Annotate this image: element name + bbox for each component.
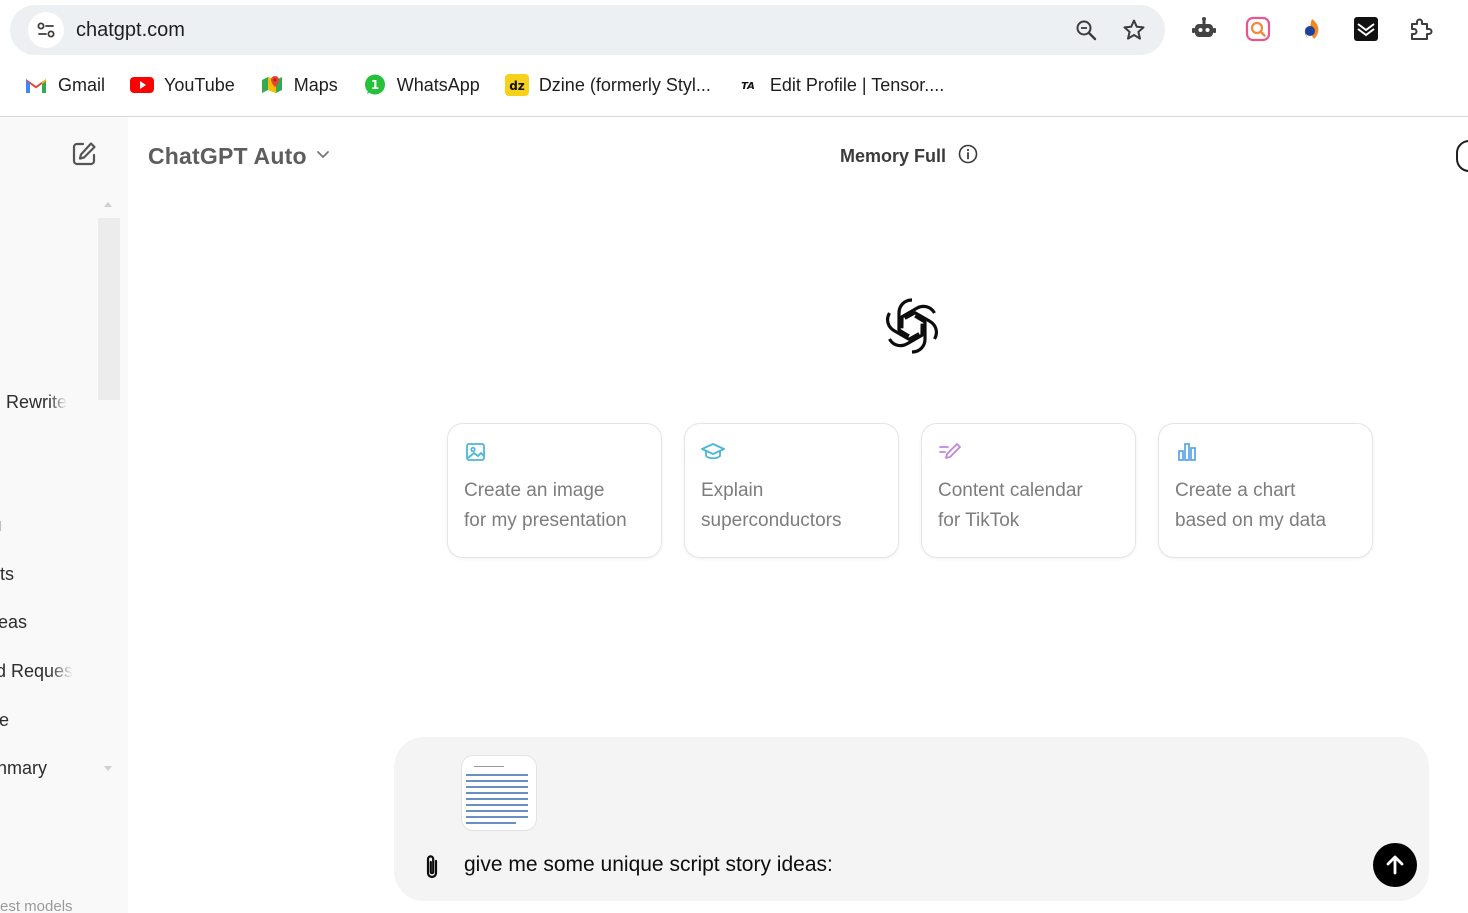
sidebar-chat-item[interactable]: ts: [0, 564, 14, 585]
sidebar-chat-item[interactable]: nmary: [0, 758, 47, 779]
chart-icon: [1175, 440, 1199, 464]
main-panel: ChatGPT Auto Memory Full Create an image…: [128, 118, 1468, 913]
pen-icon: [938, 440, 962, 464]
sidebar: Rewrite ı ts eas d Reques e nmary est mo…: [0, 118, 128, 913]
sidebar-chat-item[interactable]: ı: [0, 515, 2, 536]
model-selector[interactable]: ChatGPT Auto: [148, 138, 331, 174]
bookmark-label: WhatsApp: [396, 74, 480, 95]
chevron-down-icon: [315, 146, 331, 167]
suggestion-text: based on my data: [1175, 510, 1327, 531]
bookmark-youtube[interactable]: YouTube: [130, 68, 235, 102]
prompt-input[interactable]: give me some unique script story ideas:: [464, 853, 833, 877]
sidebar-chat-item[interactable]: d Reques: [0, 661, 73, 682]
suggestion-text: Create a chart: [1175, 480, 1296, 501]
gmail-icon: [24, 73, 48, 97]
suggestion-card-explain[interactable]: Explain superconductors: [684, 423, 899, 558]
tensor-icon: TA: [736, 73, 760, 97]
bookmark-maps[interactable]: Maps: [260, 68, 338, 102]
dzine-icon: dz: [504, 73, 529, 97]
url-text[interactable]: chatgpt.com: [76, 19, 185, 42]
sidebar-chat-item[interactable]: eas: [0, 612, 27, 633]
address-bar[interactable]: chatgpt.com: [10, 5, 1165, 55]
browser-chrome: chatgpt.com Gmail YouTube Maps 1 WhatsAp…: [0, 0, 1468, 117]
graduation-cap-icon: [701, 440, 725, 464]
image-icon: [464, 440, 488, 464]
site-info-icon[interactable]: [28, 12, 64, 48]
sidebar-bottom-link[interactable]: est models: [0, 898, 73, 913]
sidebar-chat-item[interactable]: Rewrite: [6, 392, 67, 413]
suggestion-text: superconductors: [701, 510, 842, 531]
robot-icon[interactable]: [1189, 14, 1219, 44]
memory-label: Memory Full: [840, 145, 947, 166]
bookmark-label: Maps: [293, 74, 338, 95]
svg-text:dz: dz: [509, 79, 525, 93]
openai-logo-icon: [880, 294, 944, 358]
suggestion-text: for my presentation: [464, 510, 627, 531]
bookmark-tensor[interactable]: TA Edit Profile | Tensor....: [736, 68, 944, 102]
suggestion-text: Content calendar: [938, 480, 1083, 501]
bookmark-label: Dzine (formerly Styl...: [538, 74, 711, 95]
bookmark-label: Edit Profile | Tensor....: [769, 74, 945, 95]
suggestion-cards: Create an image for my presentation Expl…: [447, 423, 1373, 558]
memory-status[interactable]: Memory Full: [840, 140, 978, 172]
info-icon[interactable]: [958, 144, 978, 169]
youtube-icon: [130, 73, 155, 97]
svg-text:1: 1: [371, 78, 379, 92]
scroll-up-arrow[interactable]: [104, 202, 112, 207]
puzzle-icon[interactable]: [1406, 14, 1436, 44]
arrow-up-icon: [1386, 855, 1404, 875]
suggestion-card-image[interactable]: Create an image for my presentation: [447, 423, 662, 558]
whatsapp-icon: 1: [363, 73, 387, 97]
bookmark-label: YouTube: [164, 74, 235, 95]
suggestion-text: for TikTok: [938, 510, 1020, 531]
suggestion-card-chart[interactable]: Create a chart based on my data: [1158, 423, 1373, 558]
bookmark-gmail[interactable]: Gmail: [24, 68, 105, 102]
sidebar-scrollbar[interactable]: [98, 218, 120, 400]
profile-avatar[interactable]: [1456, 140, 1468, 172]
suggestion-text: Explain: [701, 480, 764, 501]
bookmarks-bar: Gmail YouTube Maps 1 WhatsApp dz Dzine (…: [0, 68, 945, 102]
instagram-search-icon[interactable]: [1243, 14, 1273, 44]
suggestion-card-calendar[interactable]: Content calendar for TikTok: [921, 423, 1136, 558]
paperclip-icon[interactable]: [420, 852, 444, 882]
orange-blue-icon[interactable]: [1297, 14, 1327, 44]
bookmark-star-icon[interactable]: [1121, 17, 1147, 43]
svg-text:TA: TA: [741, 81, 755, 92]
bookmark-whatsapp[interactable]: 1 WhatsApp: [363, 68, 480, 102]
sidebar-chat-item[interactable]: e: [0, 710, 9, 731]
suggestion-text: Create an image: [464, 480, 605, 501]
shield-badge-icon[interactable]: [1351, 14, 1381, 44]
scroll-down-arrow[interactable]: [104, 766, 112, 771]
send-button[interactable]: [1373, 843, 1417, 887]
bookmark-label: Gmail: [58, 74, 106, 95]
attachment-thumbnail[interactable]: [461, 755, 537, 831]
zoom-icon[interactable]: [1073, 17, 1099, 43]
message-composer[interactable]: give me some unique script story ideas:: [394, 737, 1429, 901]
new-chat-icon[interactable]: [68, 138, 100, 170]
bookmark-dzine[interactable]: dz Dzine (formerly Styl...: [504, 68, 711, 102]
maps-icon: [260, 73, 284, 97]
model-name: ChatGPT Auto: [148, 142, 307, 169]
